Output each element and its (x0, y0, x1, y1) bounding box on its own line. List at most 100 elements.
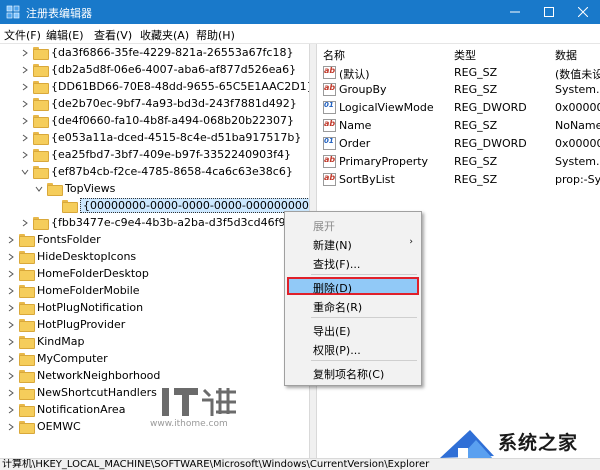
close-button[interactable] (566, 0, 600, 24)
context-menu-rename[interactable]: 重命名(R) (287, 296, 419, 314)
tree-node[interactable]: HideDesktopIcons (6, 248, 136, 265)
tree-node-label: {da3f6866-35fe-4229-821a-26553a67fc18} (51, 46, 294, 59)
ithome-url-watermark: www.ithome.com (150, 419, 228, 429)
maximize-button[interactable] (532, 0, 566, 24)
folder-icon (33, 115, 49, 128)
tree-node-label: {ea25fbd7-3bf7-409e-b97f-3352240903f4} (51, 148, 291, 161)
context-menu-export[interactable]: 导出(E) (287, 320, 419, 338)
tree-node-label: {DD61BD66-70E8-48dd-9655-65C5E1AAC2D1} (51, 80, 309, 93)
chevron-down-icon[interactable] (34, 184, 44, 194)
tree-node-label: OEMWC (37, 420, 81, 433)
value-row[interactable]: (默认) REG_SZ (数值未设 (317, 64, 600, 81)
column-header-type[interactable]: 类型 (454, 47, 476, 63)
chevron-right-icon[interactable] (6, 320, 16, 330)
folder-icon (19, 404, 35, 417)
tree-node[interactable]: {de2b70ec-9bf7-4a93-bd3d-243f7881d492} (20, 95, 297, 112)
tree-node[interactable]: {db2a5d8f-06e6-4007-aba6-af877d526ea6} (20, 61, 296, 78)
value-row[interactable]: Name REG_SZ NoName (317, 117, 600, 134)
context-menu-new[interactable]: 新建(N) › (287, 234, 419, 252)
value-row[interactable]: LogicalViewMode REG_DWORD 0x00000 (317, 99, 600, 116)
tree-node-label: {e053a11a-dced-4515-8c4e-d51ba917517b} (51, 131, 302, 144)
menu-favorites[interactable]: 收藏夹(A) (140, 27, 189, 43)
folder-icon (33, 81, 49, 94)
value-type: REG_SZ (454, 83, 498, 96)
tree-node[interactable]: OEMWC (6, 418, 81, 435)
tree-node[interactable]: {ea25fbd7-3bf7-409e-b97f-3352240903f4} (20, 146, 291, 163)
tree-node[interactable]: {da3f6866-35fe-4229-821a-26553a67fc18} (20, 44, 293, 61)
chevron-right-icon[interactable] (6, 252, 16, 262)
column-header-name[interactable]: 名称 (323, 47, 345, 63)
chevron-right-icon[interactable] (20, 99, 30, 109)
maximize-icon (544, 7, 554, 17)
column-header-data[interactable]: 数据 (555, 47, 577, 63)
tree-node[interactable]: HomeFolderDesktop (6, 265, 149, 282)
chevron-down-icon[interactable] (20, 167, 30, 177)
chevron-right-icon[interactable] (20, 65, 30, 75)
chevron-right-icon[interactable] (20, 48, 30, 58)
tree-node-expanded[interactable]: TopViews (34, 180, 115, 197)
folder-icon (62, 200, 78, 213)
value-data: prop:-Sy (555, 173, 600, 186)
chevron-right-icon[interactable] (20, 150, 30, 160)
tree-node[interactable]: {fbb3477e-c9e4-4b3b-a2ba-d3f5d3cd46f9} (20, 214, 292, 231)
tree-node-label: HomeFolderMobile (37, 284, 140, 297)
chevron-right-icon[interactable] (6, 422, 16, 432)
menu-edit[interactable]: 编辑(E) (46, 27, 84, 43)
chevron-right-icon[interactable] (6, 286, 16, 296)
value-row[interactable]: PrimaryProperty REG_SZ System.S (317, 153, 600, 170)
folder-icon (33, 166, 49, 179)
context-menu-permissions[interactable]: 权限(P)... (287, 339, 419, 357)
menu-help[interactable]: 帮助(H) (196, 27, 235, 43)
context-menu-find[interactable]: 查找(F)... (287, 253, 419, 271)
chevron-right-icon[interactable] (20, 133, 30, 143)
menu-view[interactable]: 查看(V) (94, 27, 132, 43)
tree-node[interactable]: MyComputer (6, 350, 108, 367)
tree-node-label: {ef87b4cb-f2ce-4785-8658-4ca6c63e38c6} (51, 165, 293, 178)
value-data: System.S (555, 155, 600, 168)
chevron-right-icon[interactable] (6, 388, 16, 398)
tree-node-label: HotPlugProvider (37, 318, 126, 331)
value-data: (数值未设 (555, 68, 600, 81)
tree-node-selected[interactable]: {00000000-0000-0000-0000-000000000000} (62, 197, 309, 214)
chevron-right-icon[interactable] (20, 218, 30, 228)
value-data: 0x00000 (555, 137, 600, 150)
tree-node[interactable]: NewShortcutHandlers (6, 384, 157, 401)
tree-node[interactable]: FontsFolder (6, 231, 101, 248)
chevron-right-icon[interactable] (6, 269, 16, 279)
tree-node[interactable]: HotPlugProvider (6, 316, 125, 333)
tree-node-expanded[interactable]: {ef87b4cb-f2ce-4785-8658-4ca6c63e38c6} (20, 163, 293, 180)
tree-node[interactable]: {de4f0660-fa10-4b8f-a494-068b20b22307} (20, 112, 294, 129)
folder-icon (47, 183, 63, 196)
chevron-right-icon[interactable] (6, 354, 16, 364)
folder-icon (19, 336, 35, 349)
tree-node[interactable]: KindMap (6, 333, 84, 350)
tree-node[interactable]: NotificationArea (6, 401, 125, 418)
value-data: NoName (555, 119, 600, 132)
registry-tree[interactable]: {da3f6866-35fe-4229-821a-26553a67fc18} {… (0, 44, 309, 458)
chevron-right-icon[interactable] (6, 337, 16, 347)
value-row[interactable]: Order REG_DWORD 0x00000 (317, 135, 600, 152)
value-data: System.S (555, 83, 600, 96)
menu-file[interactable]: 文件(F) (4, 27, 41, 43)
chevron-right-icon[interactable] (6, 405, 16, 415)
context-menu-expand[interactable]: 展开 (287, 215, 419, 233)
value-row[interactable]: SortByList REG_SZ prop:-Sy (317, 171, 600, 188)
menu-bar: 文件(F) 编辑(E) 查看(V) 收藏夹(A) 帮助(H) (0, 24, 600, 44)
tree-node[interactable]: {e053a11a-dced-4515-8c4e-d51ba917517b} (20, 129, 301, 146)
tree-node[interactable]: HotPlugNotification (6, 299, 143, 316)
context-menu-copy-key-name[interactable]: 复制项名称(C) (287, 363, 419, 381)
tree-node[interactable]: HomeFolderMobile (6, 282, 140, 299)
chevron-right-icon[interactable] (6, 235, 16, 245)
value-row[interactable]: GroupBy REG_SZ System.S (317, 81, 600, 98)
context-menu-delete[interactable]: 删除(D) (287, 277, 419, 295)
tree-node[interactable]: {DD61BD66-70E8-48dd-9655-65C5E1AAC2D1} (20, 78, 309, 95)
chevron-right-icon[interactable] (20, 82, 30, 92)
chevron-right-icon[interactable] (6, 303, 16, 313)
window-title: 注册表编辑器 (26, 7, 92, 20)
tree-node-label: NotificationArea (37, 403, 126, 416)
tree-node[interactable]: NetworkNeighborhood (6, 367, 160, 384)
tree-node-label: {db2a5d8f-06e6-4007-aba6-af877d526ea6} (51, 63, 297, 76)
chevron-right-icon[interactable] (6, 371, 16, 381)
minimize-button[interactable] (498, 0, 532, 24)
chevron-right-icon[interactable] (20, 116, 30, 126)
